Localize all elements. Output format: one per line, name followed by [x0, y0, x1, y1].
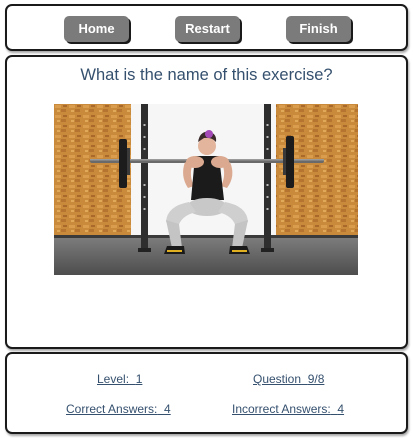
level-label: Level:: [97, 372, 130, 386]
question-panel: What is the name of this exercise?: [5, 55, 408, 349]
home-button[interactable]: Home: [64, 16, 129, 42]
correct-label: Correct Answers:: [66, 402, 158, 416]
level-value: 1: [135, 372, 143, 386]
stats-panel: Level: 1 Question 9/8 Correct Answers: 4…: [5, 352, 408, 434]
squat-illustration: [54, 104, 358, 275]
correct-value: 4: [164, 402, 171, 416]
finish-button[interactable]: Finish: [286, 16, 351, 42]
incorrect-value: 4: [337, 402, 345, 416]
level-link[interactable]: Level: 1: [97, 372, 142, 386]
question-count-link[interactable]: Question 9/8: [253, 372, 324, 386]
restart-button[interactable]: Restart: [175, 16, 240, 42]
question-label: Question: [253, 372, 302, 386]
nav-panel: Home Restart Finish: [5, 4, 408, 51]
incorrect-label: Incorrect Answers:: [232, 402, 331, 416]
correct-answers-link[interactable]: Correct Answers: 4: [66, 402, 171, 416]
question-prompt: What is the name of this exercise?: [80, 66, 333, 84]
incorrect-answers-link[interactable]: Incorrect Answers: 4: [232, 402, 344, 416]
exercise-image: [54, 104, 358, 275]
question-value: 9/8: [307, 372, 325, 386]
